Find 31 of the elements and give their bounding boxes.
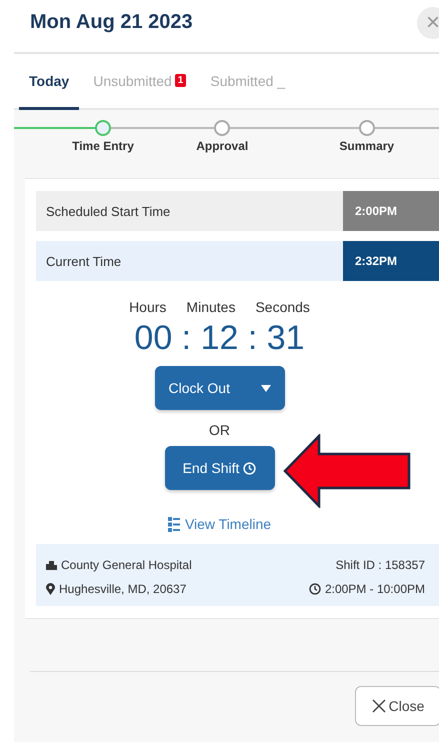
facility-name: County General Hospital xyxy=(61,558,192,572)
clock-icon xyxy=(243,462,256,474)
view-timeline-link[interactable]: View Timeline xyxy=(168,516,272,532)
close-icon xyxy=(372,699,386,713)
timer-unit-label: Hours xyxy=(129,299,166,315)
timeline-icon xyxy=(168,516,180,532)
or-text: OR xyxy=(208,422,231,438)
shift-id: Shift ID : 158357 xyxy=(336,558,425,572)
location-pin-icon xyxy=(46,583,55,595)
step-label: Approval xyxy=(196,139,248,153)
clock-icon xyxy=(308,583,321,595)
location-text: Hughesville, MD, 20637 xyxy=(59,582,186,596)
tab[interactable]: Unsubmitted 1 xyxy=(83,54,196,110)
timer-unit-label: Minutes xyxy=(186,299,236,315)
tab[interactable]: Today xyxy=(19,54,80,110)
shift-hours: 2:00PM - 10:00PM xyxy=(324,582,425,596)
clock-out-button[interactable]: Clock Out xyxy=(154,366,284,410)
time-value: 2:00PM xyxy=(343,191,439,231)
step-label: Time Entry xyxy=(72,139,134,153)
step-label: Summary xyxy=(339,139,394,153)
time-label: Current Time xyxy=(45,252,122,270)
end-shift-button[interactable]: End Shift xyxy=(164,446,274,490)
count-badge: 1 xyxy=(174,74,186,87)
timer-unit-label: Seconds xyxy=(255,299,310,315)
building-icon xyxy=(46,560,57,570)
close-button[interactable]: Close xyxy=(355,686,439,726)
header-title: Mon Aug 21 2023 xyxy=(30,10,193,34)
time-label: Scheduled Start Time xyxy=(45,202,172,220)
timer-reading: 00 : 12 : 31 xyxy=(133,319,306,358)
time-value: 2:32PM xyxy=(343,241,439,281)
caret-icon xyxy=(260,384,270,392)
